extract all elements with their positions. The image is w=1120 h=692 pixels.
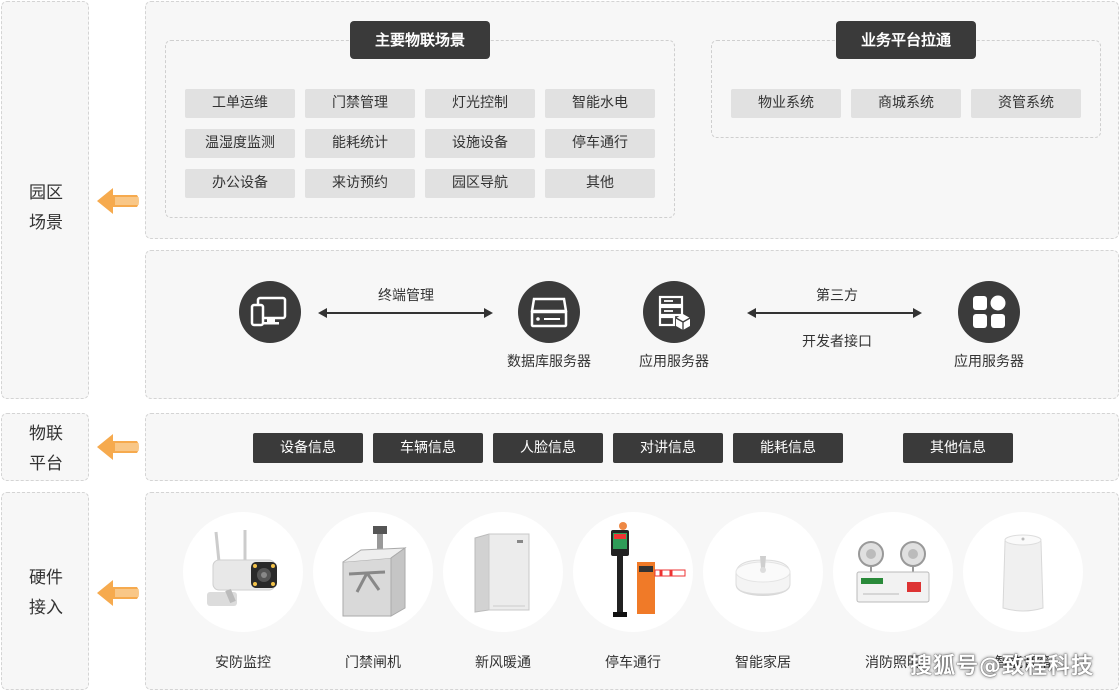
- security-camera-icon: [207, 530, 277, 606]
- scene-tag: 智能水电: [545, 89, 655, 118]
- app-server-node: [643, 281, 705, 343]
- database-server-icon: [530, 297, 568, 328]
- info-tag: 其他信息: [903, 433, 1013, 463]
- sidebar-hardware-line1: 硬件: [29, 568, 63, 588]
- business-tag: 资管系统: [971, 89, 1081, 118]
- scene-tag: 温湿度监测: [185, 129, 295, 158]
- device-security-camera: [183, 512, 303, 632]
- left-arrow-icon: [97, 434, 139, 460]
- device-label: 新风暖通: [475, 655, 531, 671]
- conn-thirdparty-label: 第三方: [816, 288, 858, 304]
- device-label: 门禁闸机: [345, 655, 401, 671]
- device-parking-barrier: [573, 512, 693, 632]
- info-tag: 对讲信息: [613, 433, 723, 463]
- scene-tag: 办公设备: [185, 169, 295, 198]
- scene-tag: 园区导航: [425, 169, 535, 198]
- sidebar-iot-line2: 平台: [29, 454, 63, 474]
- double-arrow-terminal: [318, 308, 493, 318]
- sidebar-iot-label: 物联 平台: [2, 419, 90, 479]
- device-smart-speaker: [963, 512, 1083, 632]
- app-server-node-2: [958, 281, 1020, 343]
- sidebar-scene-line1: 园区: [29, 183, 63, 203]
- scene-tag: 来访预约: [305, 169, 415, 198]
- conn-terminal-label: 终端管理: [378, 288, 434, 304]
- device-label: 安防监控: [215, 655, 271, 671]
- database-server-node: [518, 281, 580, 343]
- app-server-label-2: 应用服务器: [954, 354, 1024, 370]
- device-label: 智能家居: [735, 655, 791, 671]
- apps-grid-icon: [973, 295, 1006, 328]
- sidebar-hardware-line2: 接入: [29, 598, 63, 618]
- terminal-node: [239, 281, 301, 343]
- database-server-label: 数据库服务器: [507, 354, 591, 370]
- scene-tag: 门禁管理: [305, 89, 415, 118]
- business-tag: 商城系统: [851, 89, 961, 118]
- monitor-phone-icon: [250, 296, 287, 327]
- device-emergency-light: [833, 512, 953, 632]
- business-tag: 物业系统: [731, 89, 841, 118]
- scene-tag: 设施设备: [425, 129, 535, 158]
- device-fresh-air: [443, 512, 563, 632]
- scene-tag: 其他: [545, 169, 655, 198]
- info-tag: 车辆信息: [373, 433, 483, 463]
- app-server-label: 应用服务器: [639, 354, 709, 370]
- left-arrow-icon: [97, 188, 139, 214]
- info-tag: 人脸信息: [493, 433, 603, 463]
- info-tag: 设备信息: [253, 433, 363, 463]
- sidebar-scene: 园区 场景: [1, 1, 89, 399]
- sidebar-scene-line2: 场景: [29, 213, 63, 233]
- device-turnstile: [313, 512, 433, 632]
- sidebar-scene-label: 园区 场景: [2, 178, 90, 238]
- device-smart-home: [703, 512, 823, 632]
- scene-tag: 能耗统计: [305, 129, 415, 158]
- sidebar-hardware: 硬件 接入: [1, 492, 89, 690]
- business-title: 业务平台拉通: [836, 21, 976, 59]
- smart-hub-icon: [735, 556, 791, 596]
- scene-tag: 工单运维: [185, 89, 295, 118]
- left-arrow-icon: [97, 580, 139, 606]
- turnstile-icon: [342, 526, 407, 617]
- device-label: 停车通行: [605, 655, 661, 671]
- sidebar-hardware-label: 硬件 接入: [2, 563, 90, 623]
- sidebar-iot-line1: 物联: [29, 424, 63, 444]
- sidebar-iot: 物联 平台: [1, 413, 89, 481]
- iot-scenes-title: 主要物联场景: [350, 21, 490, 59]
- app-server-icon: [658, 295, 691, 330]
- conn-developer-label: 开发者接口: [802, 334, 872, 350]
- info-tag: 能耗信息: [733, 433, 843, 463]
- scene-tag: 停车通行: [545, 129, 655, 158]
- smart-speaker-icon: [1002, 534, 1044, 612]
- air-unit-icon: [474, 533, 530, 613]
- emergency-light-icon: [856, 541, 930, 603]
- watermark: 搜狐号@致程科技: [910, 654, 1095, 679]
- scene-tag: 灯光控制: [425, 89, 535, 118]
- parking-barrier-icon: [611, 522, 686, 617]
- double-arrow-thirdparty: [747, 308, 922, 318]
